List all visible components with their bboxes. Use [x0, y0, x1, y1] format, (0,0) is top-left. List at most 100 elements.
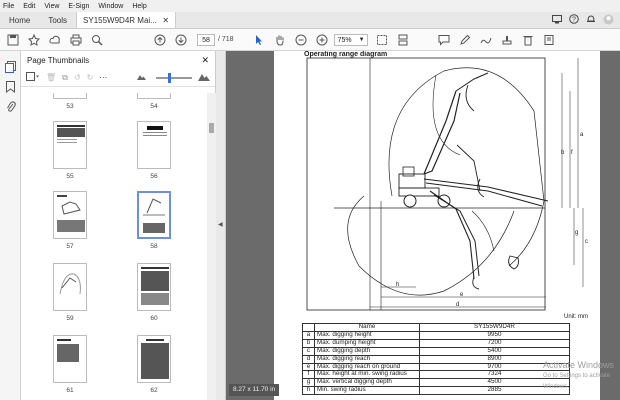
tab-document-label: SY155W9D4R Mai... [83, 15, 157, 25]
comment-icon[interactable] [436, 32, 452, 48]
tab-bar: Home Tools SY155W9D4R Mai... ✕ ? [0, 12, 620, 29]
row-value: 5400 [419, 346, 570, 356]
thumbnail-label: 59 [66, 315, 74, 322]
thumbnail-page-61[interactable] [53, 335, 87, 383]
large-mountain-icon [198, 73, 210, 83]
delete-icon[interactable] [520, 32, 536, 48]
cloud-upload-icon[interactable] [47, 32, 63, 48]
thumbnail-label: 54 [150, 103, 158, 110]
thumbnail-label: 60 [150, 315, 158, 322]
thumbnail-label: 53 [66, 103, 74, 110]
page-size-indicator: 8.27 x 11.70 in [229, 384, 280, 396]
thumbnail-page-58[interactable] [137, 191, 171, 239]
main-toolbar: 58 / 718 75% ▼ [0, 29, 620, 51]
zoom-out-icon[interactable] [293, 32, 309, 48]
scroll-mode-icon[interactable] [395, 32, 411, 48]
panel-splitter[interactable]: ◀ [216, 51, 226, 400]
thumbnail-page-55[interactable] [53, 121, 87, 169]
menu-view[interactable]: View [44, 3, 59, 10]
attach-file-icon[interactable] [541, 32, 557, 48]
more-options-icon[interactable]: ··· [99, 73, 107, 82]
menu-window[interactable]: Window [98, 3, 123, 10]
undo-icon[interactable]: ↺ [74, 73, 81, 82]
thumbnail-page-53[interactable] [53, 93, 87, 99]
thumbnail-label: 56 [150, 173, 158, 180]
collapse-arrow-icon[interactable]: ◀ [218, 221, 223, 228]
thumbnail-page-60[interactable] [137, 263, 171, 311]
draw-icon[interactable] [478, 32, 494, 48]
row-key: d [302, 354, 315, 364]
dim-label-c: c [585, 239, 588, 245]
page-number-input[interactable]: 58 [197, 33, 215, 46]
svg-text:?: ? [572, 17, 576, 24]
zoom-in-icon[interactable] [314, 32, 330, 48]
watermark-subtitle: Go to Settings to activate Windows. [543, 373, 611, 390]
navigation-rail [0, 51, 21, 400]
row-key: h [302, 386, 315, 396]
table-row: h Min. swing radius 2885 [302, 386, 570, 396]
dim-label-d: d [456, 302, 459, 308]
thumbnail-page-62[interactable] [137, 335, 171, 383]
thumbnail-label: 62 [150, 387, 158, 394]
chevron-down-icon: ▼ [358, 36, 365, 43]
thumbnail-label: 61 [66, 387, 74, 394]
hand-tool-icon[interactable] [272, 32, 288, 48]
page-total: / 718 [218, 36, 234, 43]
thumbnail-label: 57 [66, 243, 74, 250]
panel-title: Page Thumbnails [27, 55, 90, 65]
highlight-pen-icon[interactable] [457, 32, 473, 48]
tab-tools[interactable]: Tools [39, 12, 76, 28]
thumbnail-panel: Page Thumbnails ✕ 🗑 ⧉ ↺ ↻ ··· 53 54 55 5… [21, 51, 216, 400]
menu-edit[interactable]: Edit [23, 3, 35, 10]
zoom-level-select[interactable]: 75% ▼ [333, 33, 368, 46]
thumbnail-list: 53 54 55 56 57 58 59 60 61 62 [21, 93, 207, 400]
menu-esign[interactable]: E-Sign [68, 3, 89, 10]
thumbnail-page-56[interactable] [137, 121, 171, 169]
menu-bar: File Edit View E-Sign Window Help [0, 0, 620, 12]
print-icon[interactable] [68, 32, 84, 48]
fit-page-icon[interactable] [374, 32, 390, 48]
row-name: Max. digging depth [314, 346, 420, 356]
options-menu-icon[interactable] [26, 72, 40, 83]
menu-file[interactable]: File [3, 3, 14, 10]
select-cursor-icon[interactable] [251, 32, 267, 48]
insert-page-icon[interactable]: ⧉ [62, 73, 68, 83]
activation-watermark: Activate Windows Go to Settings to activ… [543, 360, 620, 393]
avatar-icon[interactable] [603, 14, 614, 27]
thumbnail-page-57[interactable] [53, 191, 87, 239]
zoom-search-icon[interactable] [89, 32, 105, 48]
close-panel-icon[interactable]: ✕ [201, 55, 209, 66]
previous-page-icon[interactable] [152, 32, 168, 48]
next-page-icon[interactable] [173, 32, 189, 48]
table-row: c Max. digging depth 5400 [302, 346, 570, 356]
dim-label-h: h [396, 282, 399, 288]
thumbnail-size-slider[interactable] [156, 72, 192, 83]
document-viewport[interactable]: Operating range diagram a b c d e f g h … [226, 51, 620, 400]
stamp-icon[interactable] [499, 32, 515, 48]
share-screen-icon[interactable] [552, 14, 562, 26]
tab-home[interactable]: Home [0, 12, 39, 28]
help-icon[interactable]: ? [569, 14, 579, 26]
thumbnail-page-54[interactable] [137, 93, 171, 99]
trash-icon[interactable]: 🗑 [46, 73, 56, 82]
thumbnail-scrollbar[interactable] [207, 93, 216, 400]
dim-label-g: g [575, 230, 578, 236]
row-name: Max. digging reach [314, 354, 420, 364]
thumbnail-page-59[interactable] [53, 263, 87, 311]
save-icon[interactable] [5, 32, 21, 48]
unit-label: Unit: mm [564, 314, 588, 320]
menu-help[interactable]: Help [132, 3, 146, 10]
bell-icon[interactable] [586, 14, 596, 26]
dim-label-a: a [580, 132, 584, 138]
redo-icon[interactable]: ↻ [87, 73, 94, 82]
bookmarks-icon[interactable] [0, 77, 21, 97]
page-thumbnails-icon[interactable] [0, 57, 21, 77]
thumbnail-label: 58 [150, 243, 158, 250]
row-key: c [302, 346, 315, 356]
attachments-icon[interactable] [0, 97, 21, 117]
table-row: d Max. digging reach 8900 [302, 354, 570, 364]
bookmark-star-icon[interactable] [26, 32, 42, 48]
close-icon[interactable]: ✕ [162, 16, 169, 25]
pdf-page: Operating range diagram a b c d e f g h … [274, 51, 600, 400]
tab-document[interactable]: SY155W9D4R Mai... ✕ [76, 12, 177, 28]
